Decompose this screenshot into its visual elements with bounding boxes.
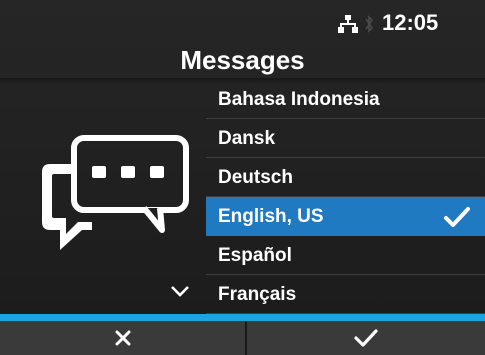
page-title: Messages bbox=[180, 45, 305, 75]
bluetooth-icon bbox=[365, 15, 374, 33]
list-item-label: Bahasa Indonesia bbox=[218, 89, 380, 110]
language-list: Bahasa Indonesia Dansk Deutsch English, … bbox=[206, 80, 485, 314]
list-item-espanol[interactable]: Español bbox=[206, 236, 485, 275]
check-icon bbox=[354, 329, 378, 347]
confirm-button[interactable] bbox=[247, 321, 485, 355]
list-item-label: English, US bbox=[218, 206, 324, 227]
message-bubbles-icon bbox=[42, 135, 189, 250]
printer-screen: 12:05 Messages Bahasa Indonesia Dansk De… bbox=[0, 0, 485, 355]
network-icon bbox=[338, 15, 358, 33]
list-item-english-us[interactable]: English, US bbox=[206, 197, 485, 236]
menu-illustration-panel bbox=[0, 84, 205, 314]
softkey-bar bbox=[0, 321, 485, 355]
list-item-bahasa-indonesia[interactable]: Bahasa Indonesia bbox=[206, 80, 485, 119]
list-item-francais[interactable]: Français bbox=[206, 275, 485, 314]
close-icon bbox=[115, 330, 130, 346]
accent-bar bbox=[0, 314, 485, 321]
status-bar: 12:05 bbox=[285, 0, 485, 44]
list-item-label: Español bbox=[218, 245, 292, 266]
chevron-down-icon[interactable] bbox=[168, 282, 192, 300]
list-item-label: Deutsch bbox=[218, 167, 293, 188]
list-item-deutsch[interactable]: Deutsch bbox=[206, 158, 485, 197]
cancel-button[interactable] bbox=[0, 321, 245, 355]
list-item-label: Dansk bbox=[218, 128, 276, 149]
list-item-dansk[interactable]: Dansk bbox=[206, 119, 485, 158]
status-clock: 12:05 bbox=[382, 10, 439, 35]
check-icon bbox=[444, 207, 470, 227]
list-item-label: Français bbox=[218, 284, 297, 305]
